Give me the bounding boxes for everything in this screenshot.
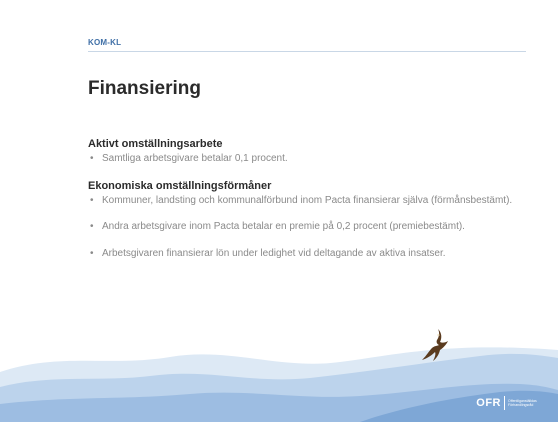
section1-list: • Samtliga arbetsgivare betalar 0,1 proc… [88,153,518,166]
section-heading-economic-benefits: Ekonomiska omställningsförmåner [88,179,272,192]
logo-text: Offentliganställdas Förhandlingsråd [508,398,537,408]
bullet-icon: • [90,247,94,259]
section2-list: • Kommuner, landsting och kommunalförbun… [88,195,518,261]
slide-content: Aktivt omställningsarbete • Samtliga arb… [88,138,518,260]
logo-mark: OFR [476,397,501,409]
list-item: • Samtliga arbetsgivare betalar 0,1 proc… [88,153,518,166]
bullet-icon: • [90,221,94,232]
list-item-text: Samtliga arbetsgivare betalar 0,1 procen… [102,153,288,164]
list-item: • Kommuner, landsting och kommunalförbun… [88,195,518,208]
ofr-logo: OFR Offentliganställdas Förhandlingsråd [476,396,548,410]
list-item-text: Kommuner, landsting och kommunalförbund … [102,194,513,206]
list-item-text: Andra arbetsgivare inom Pacta betalar en… [102,221,465,232]
slide-tag: KOM-KL [88,38,122,47]
slide-title: Finansiering [88,78,201,99]
list-item: • Andra arbetsgivare inom Pacta betalar … [88,221,518,234]
slide: KOM-KL Finansiering Aktivt omställningsa… [0,0,558,422]
logo-divider [504,396,505,410]
section-heading-active-work: Aktivt omställningsarbete [88,138,223,150]
bullet-icon: • [90,153,94,164]
list-item: • Arbetsgivaren finansierar lön under le… [88,248,518,261]
list-item-text: Arbetsgivaren finansierar lön under ledi… [102,247,446,259]
eagle-icon [422,329,448,361]
header-divider [88,51,526,52]
bullet-icon: • [90,194,94,206]
mountains-graphic [0,347,558,422]
